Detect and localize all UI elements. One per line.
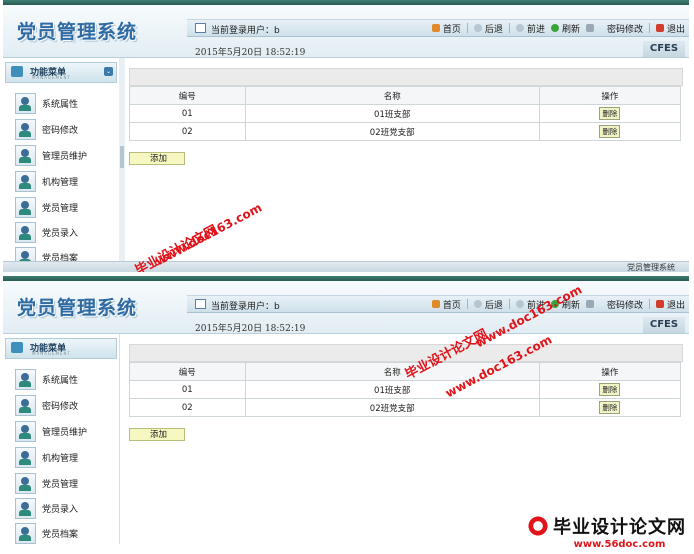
sidebar-item-entry[interactable]: 党员录入 [15, 497, 78, 519]
user-icon [15, 472, 36, 494]
table-row: 02 02班党支部 删除 [129, 398, 682, 417]
menu-header: 功能菜单 MANAGEMENT ⌄ [5, 62, 117, 83]
nav-exit[interactable]: 退出 [655, 22, 685, 35]
user-icon [195, 299, 206, 309]
logo-icon [527, 515, 549, 537]
user-icon [15, 394, 36, 416]
user-icon [195, 23, 206, 33]
menu-subtitle: MANAGEMENT [32, 75, 71, 80]
current-date: 2015年5月20日 18:52:19 [195, 324, 306, 334]
content-header-bar [129, 344, 683, 362]
sidebar-item-password[interactable]: 密码修改 [15, 394, 78, 416]
app-logo: 党员管理系统 [17, 21, 138, 43]
user-icon [15, 368, 36, 390]
delete-button[interactable]: 删除 [599, 125, 621, 138]
nav-forward[interactable]: 前进 [515, 22, 545, 35]
key-icon [585, 24, 594, 32]
sidebar-item-admin[interactable]: 管理员维护 [15, 420, 87, 442]
menu-header: 功能菜单 MANAGEMENT [5, 338, 117, 359]
user-icon [15, 170, 36, 192]
menu-icon [11, 66, 23, 77]
nav-refresh[interactable]: 刷新 [550, 22, 580, 35]
header: 党员管理系统 当前登录用户：b 首页 后退 前进 刷新 密码修改 退出 2015… [3, 5, 689, 58]
sidebar-item-archive[interactable]: 党员档案 [15, 522, 78, 544]
back-icon [473, 24, 482, 32]
content-header-bar [129, 68, 683, 86]
sidebar-item-admin[interactable]: 管理员维护 [15, 144, 87, 166]
col-header-action: 操作 [538, 362, 682, 381]
home-icon [431, 24, 440, 32]
delete-button[interactable]: 删除 [599, 383, 621, 396]
current-date: 2015年5月20日 18:52:19 [195, 48, 306, 58]
sidebar-item-system[interactable]: 系统属性 [15, 368, 78, 390]
nav-password[interactable]: 密码修改 [585, 298, 643, 311]
add-button[interactable]: 添加 [129, 428, 185, 441]
col-header-id: 编号 [129, 86, 246, 105]
sidebar-item-members[interactable]: 党员管理 [15, 472, 78, 494]
status-text: 党员管理系统 [627, 263, 675, 272]
table-row: 02 02班党支部 删除 [129, 122, 682, 141]
branch-table: 编号 名称 操作 01 01班支部 删除 02 02班党支部 删除 [129, 86, 682, 141]
user-bar: 当前登录用户：b 首页 后退 前进 刷新 密码修改 退出 [187, 295, 689, 313]
header: 党员管理系统 当前登录用户：b 首页 后退 前进 刷新 密码修改 退出 2015… [3, 281, 689, 334]
nav-password[interactable]: 密码修改 [585, 22, 643, 35]
sidebar-item-password[interactable]: 密码修改 [15, 118, 78, 140]
refresh-icon [550, 24, 559, 32]
sidebar: 功能菜单 MANAGEMENT ⌄ 系统属性 密码修改 管理员维护 机构管理 党… [3, 58, 120, 268]
menu-subtitle: MANAGEMENT [32, 351, 71, 356]
back-icon [473, 300, 482, 308]
col-header-action: 操作 [538, 86, 682, 105]
key-icon [585, 300, 594, 308]
sidebar-item-org[interactable]: 机构管理 [15, 170, 78, 192]
table-row: 01 01班支部 删除 [129, 104, 682, 123]
exit-icon [655, 24, 664, 32]
sidebar-item-members[interactable]: 党员管理 [15, 196, 78, 218]
user-icon [15, 420, 36, 442]
user-icon [15, 144, 36, 166]
app-window-top: 党员管理系统 当前登录用户：b 首页 后退 前进 刷新 密码修改 退出 2015… [3, 0, 689, 272]
user-icon [15, 221, 36, 243]
user-icon [15, 522, 36, 544]
nav-exit[interactable]: 退出 [655, 298, 685, 311]
table-header-row: 编号 名称 操作 [129, 86, 682, 105]
sidebar: 功能菜单 MANAGEMENT 系统属性 密码修改 管理员维护 机构管理 党员管… [3, 334, 120, 544]
user-icon [15, 196, 36, 218]
brand-badge: CFES [643, 317, 685, 333]
sidebar-splitter[interactable] [119, 58, 125, 268]
sidebar-item-org[interactable]: 机构管理 [15, 446, 78, 468]
exit-icon [655, 300, 664, 308]
status-bar: 党员管理系统 [3, 261, 689, 272]
home-icon [431, 300, 440, 308]
nav-back[interactable]: 后退 [473, 22, 503, 35]
col-header-name: 名称 [244, 86, 540, 105]
app-logo: 党员管理系统 [17, 297, 138, 319]
sidebar-item-system[interactable]: 系统属性 [15, 92, 78, 114]
user-icon [15, 497, 36, 519]
nav-home[interactable]: 首页 [431, 298, 461, 311]
delete-button[interactable]: 删除 [599, 107, 621, 120]
top-nav: 首页 后退 前进 刷新 密码修改 退出 [426, 22, 685, 35]
user-bar: 当前登录用户：b 首页 后退 前进 刷新 密码修改 退出 [187, 19, 689, 37]
delete-button[interactable]: 删除 [599, 401, 621, 414]
bottom-watermark: 毕业设计论文网 www.56doc.com [527, 513, 686, 550]
table-row: 01 01班支部 删除 [129, 380, 682, 399]
app-window-bottom: 党员管理系统 当前登录用户：b 首页 后退 前进 刷新 密码修改 退出 2015… [3, 276, 689, 548]
nav-back[interactable]: 后退 [473, 298, 503, 311]
user-icon [15, 118, 36, 140]
brand-badge: CFES [643, 41, 685, 57]
forward-icon [515, 300, 524, 308]
menu-icon [11, 342, 23, 353]
current-user-label: 当前登录用户：b [211, 26, 280, 36]
user-icon [15, 446, 36, 468]
current-user-label: 当前登录用户：b [211, 302, 280, 312]
collapse-icon[interactable]: ⌄ [104, 67, 113, 76]
sidebar-item-entry[interactable]: 党员录入 [15, 221, 78, 243]
col-header-id: 编号 [129, 362, 246, 381]
nav-home[interactable]: 首页 [431, 22, 461, 35]
forward-icon [515, 24, 524, 32]
add-button[interactable]: 添加 [129, 152, 185, 165]
user-icon [15, 92, 36, 114]
